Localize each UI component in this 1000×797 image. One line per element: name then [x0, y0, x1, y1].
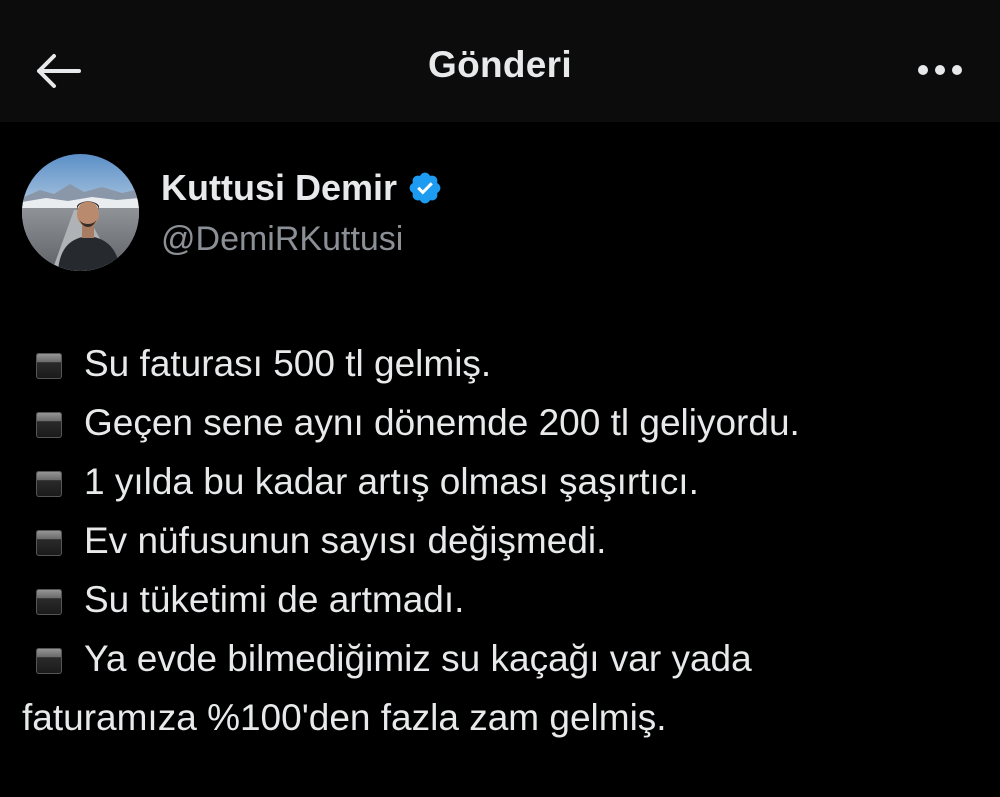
- tweet-line: Ya evde bilmediğimiz su kaçağı var yada: [22, 629, 982, 688]
- tweet-line-continuation: faturamıza %100'den fazla zam gelmiş.: [22, 688, 982, 747]
- tweet-line: Su faturası 500 tl gelmiş.: [22, 334, 982, 393]
- display-name[interactable]: Kuttusi Demir: [161, 167, 397, 209]
- tweet-line: Ev nüfusunun sayısı değişmedi.: [22, 511, 982, 570]
- user-handle[interactable]: @DemiRKuttusi: [161, 220, 443, 259]
- tweet-line-text: Su tüketimi de artmadı.: [84, 579, 465, 620]
- author-block: Kuttusi Demir @DemiRKuttusi: [161, 166, 443, 259]
- tweet-text: Su faturası 500 tl gelmiş. Geçen sene ay…: [22, 334, 982, 747]
- tweet-line-text: Geçen sene aynı dönemde 200 tl geliyordu…: [84, 402, 800, 443]
- tweet-line-text: Ev nüfusunun sayısı değişmedi.: [84, 520, 607, 561]
- black-square-emoji-icon: [36, 530, 62, 556]
- tweet-line-text: 1 yılda bu kadar artış olması şaşırtıcı.: [84, 461, 699, 502]
- tweet-line-text: Su faturası 500 tl gelmiş.: [84, 343, 492, 384]
- tweet-line: Geçen sene aynı dönemde 200 tl geliyordu…: [22, 393, 982, 452]
- black-square-emoji-icon: [36, 412, 62, 438]
- tweet-line: Su tüketimi de artmadı.: [22, 570, 982, 629]
- profile-photo: [22, 154, 139, 271]
- more-horizontal-icon: [918, 65, 962, 75]
- verified-badge-icon: [409, 172, 441, 204]
- tweet-line-text: Ya evde bilmediğimiz su kaçağı var yada: [84, 638, 752, 679]
- page-title: Gönderi: [428, 44, 572, 85]
- tweet-detail: Kuttusi Demir @DemiRKuttusi Su faturası …: [0, 122, 1000, 797]
- more-options-button[interactable]: [910, 50, 970, 90]
- black-square-emoji-icon: [36, 648, 62, 674]
- black-square-emoji-icon: [36, 589, 62, 615]
- tweet-line-text: faturamıza %100'den fazla zam gelmiş.: [22, 697, 667, 738]
- black-square-emoji-icon: [36, 471, 62, 497]
- black-square-emoji-icon: [36, 353, 62, 379]
- tweet-line: 1 yılda bu kadar artış olması şaşırtıcı.: [22, 452, 982, 511]
- top-bar: Gönderi: [0, 0, 1000, 122]
- avatar[interactable]: [22, 154, 139, 271]
